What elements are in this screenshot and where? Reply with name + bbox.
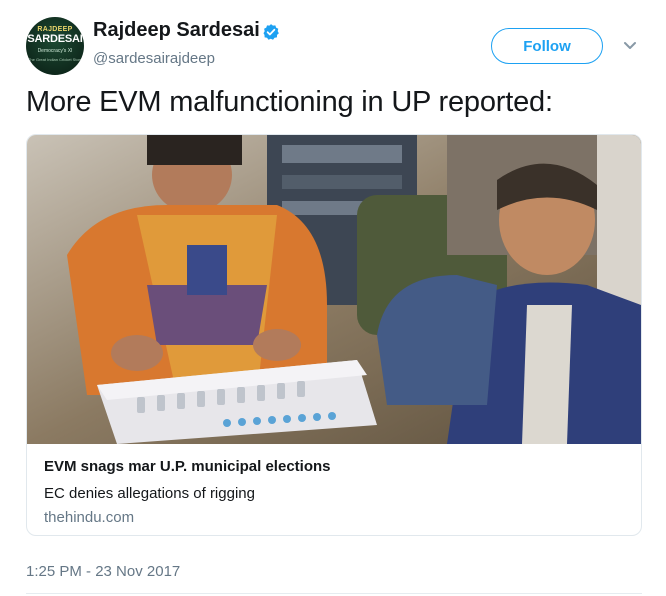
author-handle[interactable]: @sardesairajdeep	[93, 50, 215, 67]
card-image	[27, 135, 641, 444]
verified-badge-icon	[263, 24, 279, 40]
card-title[interactable]: EVM snags mar U.P. municipal elections	[44, 458, 331, 475]
avatar-text-line-2: SARDESAI	[27, 33, 83, 45]
avatar-text-line-1: RAJDEEP	[37, 26, 73, 33]
divider	[26, 593, 642, 594]
avatar-text-line-4: The Great Indian Cricket Story	[27, 57, 83, 62]
avatar-text-line-3: Democracy's XI	[37, 48, 73, 54]
profile-avatar[interactable]: RAJDEEP SARDESAI Democracy's XI The Grea…	[26, 17, 84, 75]
chevron-down-icon[interactable]	[622, 40, 638, 52]
tweet-text: More EVM malfunctioning in UP reported:	[26, 86, 553, 118]
link-card[interactable]: EVM snags mar U.P. municipal elections E…	[26, 134, 642, 536]
card-description: EC denies allegations of rigging	[44, 485, 255, 502]
follow-button[interactable]: Follow	[491, 28, 603, 64]
card-domain[interactable]: thehindu.com	[44, 509, 134, 526]
tweet-timestamp[interactable]: 1:25 PM - 23 Nov 2017	[26, 563, 180, 580]
author-name[interactable]: Rajdeep Sardesai	[93, 19, 260, 42]
